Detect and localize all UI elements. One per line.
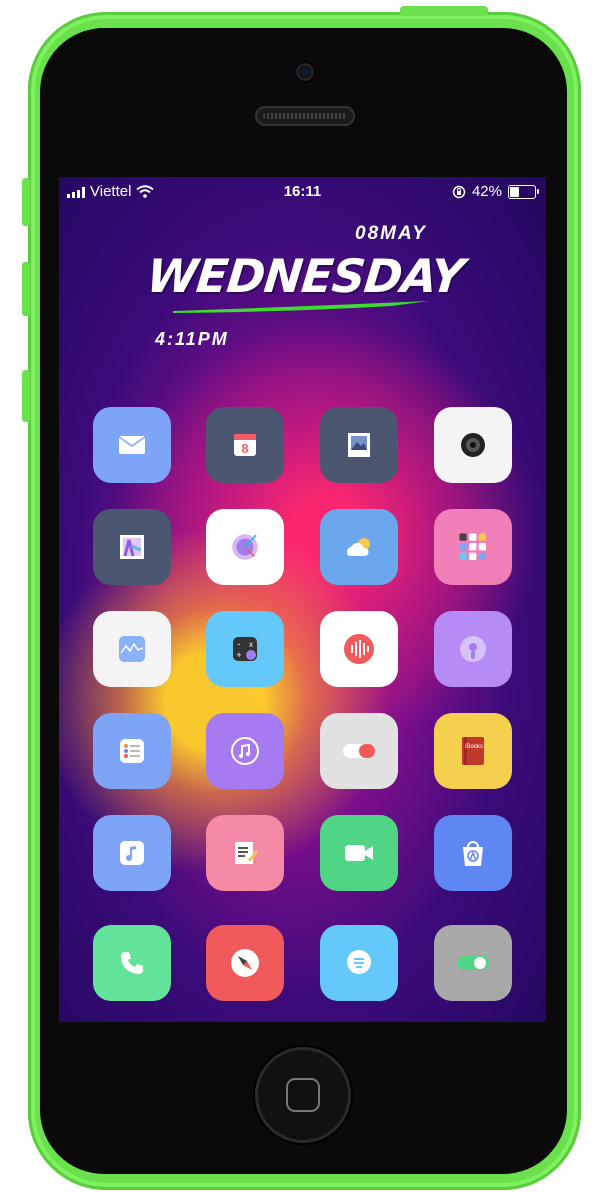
- mute-switch: [22, 178, 30, 226]
- home-square-icon: [286, 1078, 320, 1112]
- home-screen: Viettel 16:11 42% 08MAY WEDNESDAY 4:11PM…: [59, 177, 546, 1022]
- app-folder-icon: [456, 530, 490, 564]
- app-store-app-button[interactable]: [434, 815, 512, 891]
- calculator-icon: - x +: [228, 632, 262, 666]
- reminders-app-button[interactable]: [93, 713, 171, 789]
- podcasts-icon: [456, 632, 490, 666]
- home-button[interactable]: [255, 1047, 351, 1143]
- itunes-store-icon: [228, 734, 262, 768]
- photos-icon: [342, 428, 376, 462]
- photos-app-button[interactable]: [320, 407, 398, 483]
- settings-toggle-icon: [342, 734, 376, 768]
- orientation-lock-icon: [452, 185, 466, 198]
- camera-app-button[interactable]: [434, 407, 512, 483]
- maps-icon: [115, 530, 149, 564]
- facetime-icon: [342, 836, 376, 870]
- mail-app-button[interactable]: [93, 407, 171, 483]
- toggle-icon: [456, 946, 490, 980]
- settings-toggle-app-button[interactable]: [320, 713, 398, 789]
- toggle-app-button[interactable]: [434, 925, 512, 1001]
- podcasts-app-button[interactable]: [434, 611, 512, 687]
- reminders-icon: [115, 734, 149, 768]
- app-store-icon: [456, 836, 490, 870]
- voice-memos-icon: [342, 632, 376, 666]
- notes-icon: [228, 836, 262, 870]
- battery-icon: [508, 184, 539, 199]
- music-icon: [115, 836, 149, 870]
- weather-icon: [342, 530, 376, 564]
- widget-day: WEDNESDAY: [144, 249, 467, 303]
- weather-app-button[interactable]: [320, 509, 398, 585]
- messages-icon: [342, 946, 376, 980]
- power-button: [400, 6, 488, 16]
- safari-icon: [228, 946, 262, 980]
- phone-app-button[interactable]: [93, 925, 171, 1001]
- stocks-app-button[interactable]: [93, 611, 171, 687]
- volume-up-button: [22, 262, 30, 316]
- svg-text:iBooks: iBooks: [465, 744, 483, 750]
- calculator-app-button[interactable]: - x +: [206, 611, 284, 687]
- phone-icon: [115, 946, 149, 980]
- clock-app-button[interactable]: [206, 509, 284, 585]
- svg-text:+: +: [236, 650, 241, 660]
- battery-percent: 42%: [471, 183, 502, 200]
- maps-app-button[interactable]: [93, 509, 171, 585]
- widget-time: 4:11PM: [155, 329, 229, 349]
- svg-text:x: x: [249, 640, 253, 649]
- mail-icon: [115, 428, 149, 462]
- ibooks-icon: iBooks: [456, 734, 490, 768]
- ibooks-app-button[interactable]: iBooks: [434, 713, 512, 789]
- clock-icon: [228, 530, 262, 564]
- calendar-icon: 8: [228, 428, 262, 462]
- svg-text:8: 8: [241, 441, 248, 456]
- volume-down-button: [22, 370, 30, 422]
- safari-app-button[interactable]: [206, 925, 284, 1001]
- music-app-button[interactable]: [93, 815, 171, 891]
- voice-memos-app-button[interactable]: [320, 611, 398, 687]
- status-bar: Viettel 16:11 42%: [59, 177, 546, 205]
- front-camera: [296, 63, 314, 81]
- widget-brush-stroke: [173, 301, 429, 313]
- messages-app-button[interactable]: [320, 925, 398, 1001]
- calendar-app-button[interactable]: 8: [206, 407, 284, 483]
- facetime-app-button[interactable]: [320, 815, 398, 891]
- app-folder-app-button[interactable]: [434, 509, 512, 585]
- widget-date: 08MAY: [355, 223, 427, 244]
- itunes-store-app-button[interactable]: [206, 713, 284, 789]
- earpiece-speaker: [255, 106, 355, 126]
- camera-icon: [456, 428, 490, 462]
- notes-app-button[interactable]: [206, 815, 284, 891]
- svg-text:-: -: [238, 639, 241, 649]
- stocks-icon: [115, 632, 149, 666]
